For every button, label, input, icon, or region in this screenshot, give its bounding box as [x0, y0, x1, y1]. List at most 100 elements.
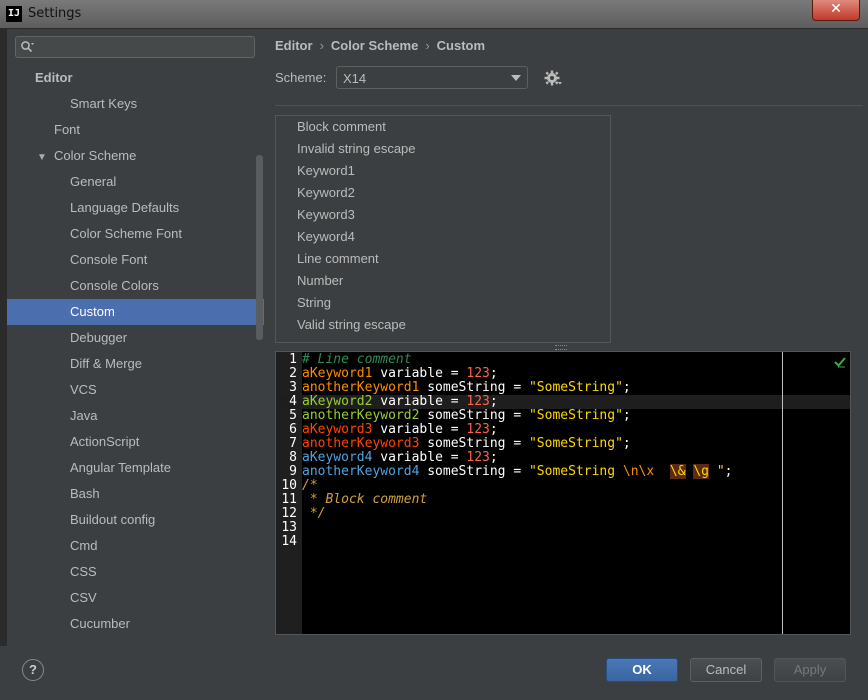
code-line: 11 * Block comment	[276, 493, 850, 507]
sidebar-item-label: Java	[70, 408, 98, 423]
sidebar-item-bash[interactable]: Bash	[70, 481, 100, 507]
cancel-button[interactable]: Cancel	[690, 658, 762, 682]
line-number: 1	[289, 352, 297, 367]
code-token: someString =	[419, 408, 529, 423]
help-button[interactable]: ?	[22, 659, 44, 681]
sidebar-item-cmd[interactable]: Cmd	[70, 533, 97, 559]
close-button[interactable]: ✕	[812, 0, 860, 21]
sidebar-item-label: Language Defaults	[70, 200, 180, 215]
code-text: aKeyword1 variable = 123;	[302, 367, 498, 381]
sidebar-item-diff-merge[interactable]: Diff & Merge	[70, 351, 142, 377]
scheme-select[interactable]: X14	[336, 66, 528, 89]
token-item[interactable]: Keyword2	[297, 182, 355, 204]
search-input[interactable]	[15, 36, 255, 58]
line-number: 4	[289, 394, 297, 409]
token-list: Block comment Invalid string escape Keywor…	[275, 115, 611, 343]
sidebar-item-color-scheme[interactable]: ▼ Color Scheme	[37, 143, 136, 169]
divider	[275, 105, 863, 106]
code-token: variable =	[372, 450, 467, 465]
code-line: 12 */	[276, 507, 850, 521]
token-item[interactable]: Invalid string escape	[297, 138, 416, 160]
code-line: 5 anotherKeyword2 someString = "SomeStrin…	[276, 409, 850, 423]
line-number: 2	[289, 366, 297, 381]
apply-button[interactable]: Apply	[774, 658, 846, 682]
breadcrumb-separator: ›	[425, 38, 430, 53]
sidebar-item-csv[interactable]: CSV	[70, 585, 97, 611]
scheme-label: Scheme:	[275, 70, 327, 85]
sidebar-item-css[interactable]: CSS	[70, 559, 97, 585]
sidebar-item-vcs[interactable]: VCS	[70, 377, 97, 403]
sidebar-item-label: Console Font	[70, 252, 148, 267]
token-item[interactable]: Keyword4	[297, 226, 355, 248]
code-token: 123	[466, 366, 490, 381]
code-text: */	[302, 506, 326, 521]
sidebar-item-label: Cmd	[70, 538, 98, 553]
code-text: aKeyword4 variable = 123;	[302, 451, 498, 465]
token-item[interactable]: Keyword3	[297, 204, 355, 226]
sidebar-item-label: Bash	[70, 486, 100, 501]
code-token: aKeyword2	[302, 394, 373, 409]
breadcrumb: Editor › Color Scheme › Custom	[275, 38, 485, 53]
line-number: 6	[289, 422, 297, 437]
sidebar-item-label: Smart Keys	[70, 96, 138, 111]
sidebar-item-java[interactable]: Java	[70, 403, 97, 429]
token-item[interactable]: Valid string escape	[297, 314, 406, 336]
sidebar-item-buildout-config[interactable]: Buildout config	[70, 507, 155, 533]
sidebar-item-general[interactable]: General	[70, 169, 116, 195]
code-token: \n\x	[622, 464, 655, 479]
code-token: "SomeString"	[528, 408, 623, 423]
gear-icon[interactable]	[544, 69, 562, 87]
code-token: # Line comment	[302, 352, 412, 367]
code-token: \&	[669, 464, 686, 479]
code-token: aKeyword4	[302, 450, 373, 465]
code-text: * Block comment	[302, 493, 427, 507]
code-preview[interactable]: 1 # Line comment 2 aKeyword1 variable = 123…	[275, 351, 851, 635]
token-item[interactable]: Keyword1	[297, 160, 355, 182]
code-line: 2 aKeyword1 variable = 123;	[276, 367, 850, 381]
code-token: ;	[489, 422, 498, 437]
sidebar-item-color-scheme-font[interactable]: Color Scheme Font	[70, 221, 182, 247]
line-number: 10	[281, 478, 297, 493]
sidebar-item-editor[interactable]: Editor	[35, 65, 73, 91]
sidebar-item-angular-template[interactable]: Angular Template	[70, 455, 171, 481]
line-number: 5	[289, 408, 297, 423]
code-line: 13	[276, 521, 850, 535]
token-item[interactable]: Number	[297, 270, 343, 292]
sidebar-item-console-colors[interactable]: Console Colors	[70, 273, 159, 299]
ok-button[interactable]: OK	[606, 658, 678, 682]
line-number: 9	[289, 464, 297, 479]
sidebar-item-custom[interactable]: Custom	[7, 299, 264, 325]
window-edge	[0, 29, 7, 646]
sidebar-item-smart-keys[interactable]: Smart Keys	[70, 91, 137, 117]
line-number: 13	[281, 520, 297, 535]
splitter-handle[interactable]	[555, 345, 567, 350]
title-bar: IJ Settings ✕	[0, 0, 868, 29]
token-item[interactable]: String	[297, 292, 331, 314]
check-icon	[834, 357, 846, 368]
sidebar-item-console-font[interactable]: Console Font	[70, 247, 147, 273]
code-line: 3 anotherKeyword1 someString = "SomeStrin…	[276, 381, 850, 395]
sidebar-item-actionscript[interactable]: ActionScript	[70, 429, 139, 455]
expand-arrow-icon[interactable]: ▼	[37, 145, 51, 171]
sidebar-item-label: CSS	[70, 564, 97, 579]
token-item[interactable]: Block comment	[297, 116, 386, 138]
right-margin-guide	[782, 352, 783, 634]
line-number: 14	[281, 534, 297, 549]
token-item[interactable]: Line comment	[297, 248, 379, 270]
sidebar-item-label: Console Colors	[70, 278, 159, 293]
code-text: aKeyword3 variable = 123;	[302, 423, 498, 437]
code-token: "SomeString"	[528, 436, 623, 451]
sidebar-item-cucumber[interactable]: Cucumber	[70, 611, 130, 637]
code-token: ;	[622, 380, 631, 395]
sidebar-item-language-defaults[interactable]: Language Defaults	[70, 195, 179, 221]
line-number: 12	[281, 506, 297, 521]
sidebar-item-label: Font	[54, 122, 81, 137]
code-token: */	[302, 506, 326, 521]
sidebar-scrollbar[interactable]	[256, 155, 263, 340]
sidebar-item-font[interactable]: Font	[54, 117, 80, 143]
code-token: /*	[302, 478, 318, 493]
code-text: aKeyword2 variable = 123;	[302, 395, 498, 409]
sidebar-item-debugger[interactable]: Debugger	[70, 325, 127, 351]
window-title: Settings	[28, 6, 82, 21]
